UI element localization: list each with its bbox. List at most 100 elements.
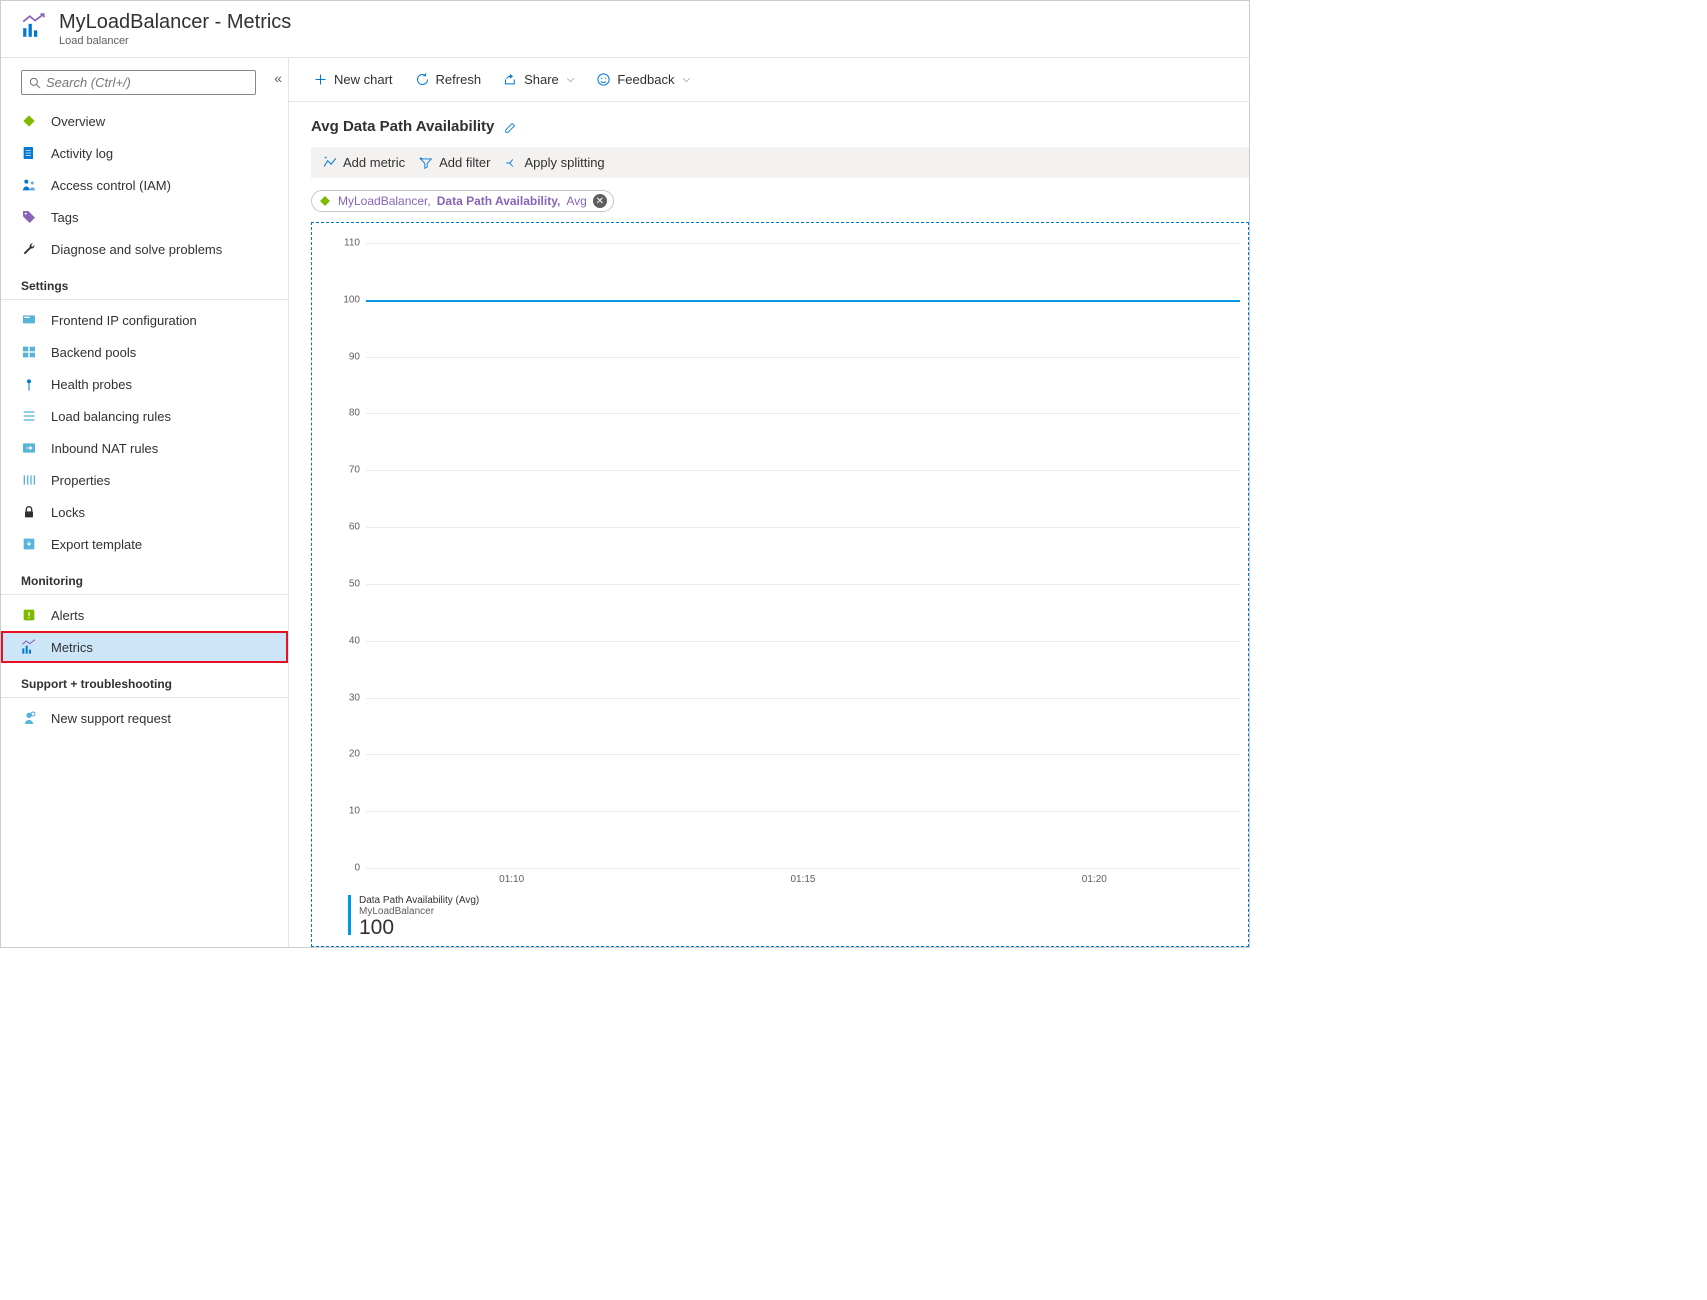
toolbar: New chart Refresh Share ⌵ Feedback ⌵ <box>289 58 1249 102</box>
sidebar-item-activity-log[interactable]: Activity log <box>1 137 288 169</box>
sidebar-item-label: Health probes <box>51 377 132 392</box>
collapse-sidebar-button[interactable]: « <box>274 70 282 86</box>
sidebar-item-label: Alerts <box>51 608 84 623</box>
metrics-icon <box>21 639 37 655</box>
metric-chip-row: MyLoadBalancer, Data Path Availability, … <box>311 178 1249 222</box>
sidebar-item-properties[interactable]: Properties <box>1 464 288 496</box>
sidebar-item-label: Overview <box>51 114 105 129</box>
sidebar-item-diagnose-and-solve-problems[interactable]: Diagnose and solve problems <box>1 233 288 265</box>
svg-text:+: + <box>324 156 328 162</box>
sidebar-item-load-balancing-rules[interactable]: Load balancing rules <box>1 400 288 432</box>
search-input[interactable] <box>46 75 249 90</box>
y-tick-label: 0 <box>326 863 360 874</box>
gridline <box>366 754 1240 755</box>
y-tick-label: 90 <box>326 351 360 362</box>
edit-icon[interactable] <box>504 120 518 134</box>
diamond-icon <box>21 113 37 129</box>
filter-icon: + <box>419 156 433 170</box>
sidebar-item-label: Export template <box>51 537 142 552</box>
properties-icon <box>21 472 37 488</box>
sidebar: « Overview Activity log Access control (IA… <box>1 58 289 947</box>
sidebar-item-label: Activity log <box>51 146 113 161</box>
page-root: MyLoadBalancer - Metrics Load balancer «… <box>0 0 1250 948</box>
legend-color-bar <box>348 895 351 935</box>
sidebar-item-label: Load balancing rules <box>51 409 171 424</box>
sidebar-item-health-probes[interactable]: Health probes <box>1 368 288 400</box>
gridline <box>366 641 1240 642</box>
gridline <box>366 811 1240 812</box>
gridline <box>366 413 1240 414</box>
plus-icon <box>313 72 328 87</box>
refresh-icon <box>415 72 430 87</box>
content: Avg Data Path Availability + Add metric … <box>289 102 1249 947</box>
tag-icon <box>21 209 37 225</box>
chart-legend: Data Path Availability (Avg) MyLoadBalan… <box>312 885 1248 946</box>
page-subtitle: Load balancer <box>59 35 291 47</box>
main-content: New chart Refresh Share ⌵ Feedback ⌵ <box>289 58 1249 947</box>
sidebar-item-locks[interactable]: Locks <box>1 496 288 528</box>
page-title: MyLoadBalancer - Metrics <box>59 11 291 34</box>
sidebar-item-label: New support request <box>51 711 171 726</box>
sidebar-item-metrics[interactable]: Metrics <box>1 631 288 663</box>
sidebar-item-alerts[interactable]: Alerts <box>1 599 288 631</box>
y-tick-label: 10 <box>326 806 360 817</box>
sidebar-item-label: Tags <box>51 210 78 225</box>
y-tick-label: 110 <box>326 238 360 249</box>
sidebar-item-export-template[interactable]: Export template <box>1 528 288 560</box>
gridline <box>366 357 1240 358</box>
data-series-line <box>366 300 1240 302</box>
sidebar-item-frontend-ip-configuration[interactable]: Frontend IP configuration <box>1 304 288 336</box>
chart-title: Avg Data Path Availability <box>311 118 494 135</box>
new-chart-button[interactable]: New chart <box>305 68 401 91</box>
refresh-button[interactable]: Refresh <box>407 68 490 91</box>
sidebar-item-overview[interactable]: Overview <box>1 105 288 137</box>
alert-icon <box>21 607 37 623</box>
x-tick-label: 01:10 <box>366 874 657 885</box>
metric-toolbar: + Add metric + Add filter Apply splittin… <box>311 147 1249 178</box>
metric-chip[interactable]: MyLoadBalancer, Data Path Availability, … <box>311 190 614 212</box>
nat-icon <box>21 440 37 456</box>
log-icon <box>21 145 37 161</box>
y-tick-label: 100 <box>326 294 360 305</box>
gridline <box>366 243 1240 244</box>
share-button[interactable]: Share ⌵ <box>495 68 582 91</box>
chevron-down-icon: ⌵ <box>567 74 575 85</box>
add-filter-button[interactable]: + Add filter <box>419 155 490 170</box>
sidebar-item-inbound-nat-rules[interactable]: Inbound NAT rules <box>1 432 288 464</box>
probe-icon <box>21 376 37 392</box>
remove-chip-button[interactable]: ✕ <box>593 194 607 208</box>
share-icon <box>503 72 518 87</box>
x-tick-label: 01:20 <box>949 874 1240 885</box>
y-tick-label: 40 <box>326 635 360 646</box>
y-tick-label: 20 <box>326 749 360 760</box>
sidebar-item-new-support-request[interactable]: New support request <box>1 702 288 734</box>
sidebar-item-label: Inbound NAT rules <box>51 441 158 456</box>
sidebar-item-label: Properties <box>51 473 110 488</box>
nav-section-header: Settings <box>1 265 288 300</box>
y-tick-label: 30 <box>326 692 360 703</box>
sidebar-item-access-control-iam-[interactable]: Access control (IAM) <box>1 169 288 201</box>
body: « Overview Activity log Access control (IA… <box>1 58 1249 947</box>
backend-icon <box>21 344 37 360</box>
split-icon <box>504 156 518 170</box>
sidebar-item-backend-pools[interactable]: Backend pools <box>1 336 288 368</box>
sidebar-item-label: Diagnose and solve problems <box>51 242 222 257</box>
page-header: MyLoadBalancer - Metrics Load balancer <box>1 1 1249 58</box>
support-icon <box>21 710 37 726</box>
sidebar-search[interactable] <box>21 70 256 95</box>
y-tick-label: 80 <box>326 408 360 419</box>
nav-section-header: Monitoring <box>1 560 288 595</box>
gridline <box>366 698 1240 699</box>
chart-plot-area[interactable]: 0102030405060708090100110 <box>366 243 1240 868</box>
add-metric-button[interactable]: + Add metric <box>323 155 405 170</box>
apply-splitting-button[interactable]: Apply splitting <box>504 155 604 170</box>
frontend-icon <box>21 312 37 328</box>
x-tick-label: 01:15 <box>657 874 948 885</box>
sidebar-item-tags[interactable]: Tags <box>1 201 288 233</box>
gridline <box>366 868 1240 869</box>
chevron-down-icon: ⌵ <box>682 74 690 85</box>
feedback-button[interactable]: Feedback ⌵ <box>588 68 698 91</box>
wrench-icon <box>21 241 37 257</box>
y-tick-label: 50 <box>326 578 360 589</box>
sidebar-item-label: Locks <box>51 505 85 520</box>
